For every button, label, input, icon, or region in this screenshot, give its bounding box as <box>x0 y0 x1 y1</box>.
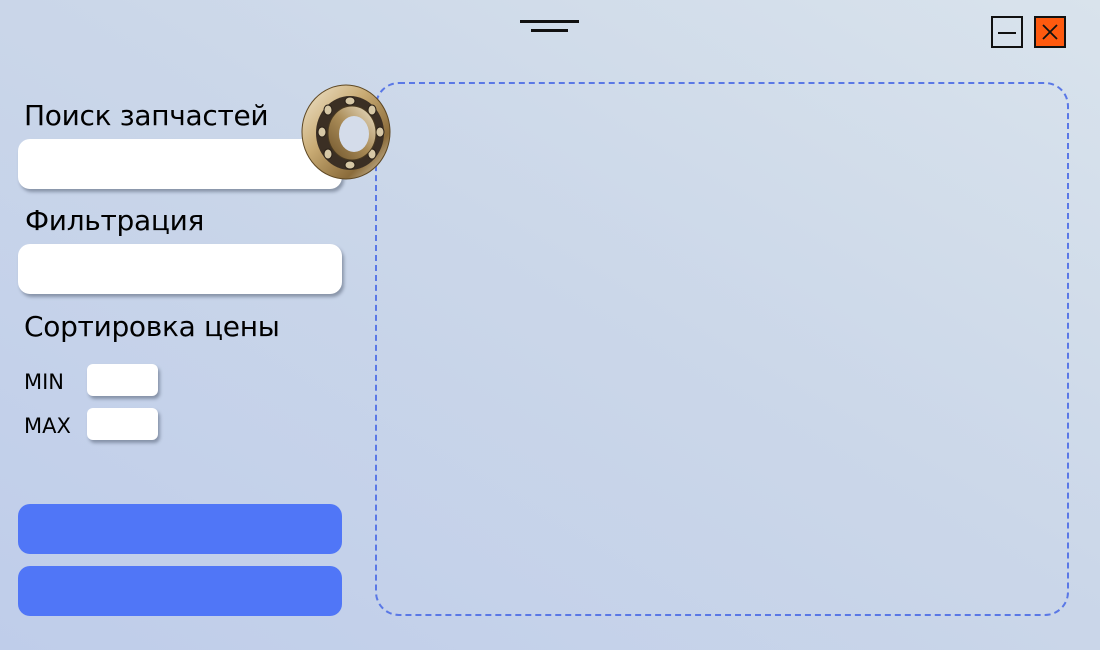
minimize-button[interactable] <box>991 16 1023 48</box>
ball-bearing-icon <box>301 84 391 180</box>
filter-label: Фильтрация <box>25 204 205 237</box>
filter-input[interactable] <box>18 244 342 294</box>
results-panel[interactable] <box>375 82 1069 616</box>
close-button[interactable] <box>1034 16 1066 48</box>
min-price-input[interactable] <box>87 364 158 396</box>
max-price-label: MAX <box>24 414 71 438</box>
drag-handle-icon[interactable] <box>520 20 580 34</box>
price-sort-label: Сортировка цены <box>24 310 280 343</box>
min-price-label: MIN <box>24 370 65 394</box>
close-icon <box>1042 24 1058 40</box>
search-label: Поиск запчастей <box>24 99 269 132</box>
secondary-action-button[interactable] <box>18 566 342 616</box>
max-price-input[interactable] <box>87 408 158 440</box>
primary-action-button[interactable] <box>18 504 342 554</box>
